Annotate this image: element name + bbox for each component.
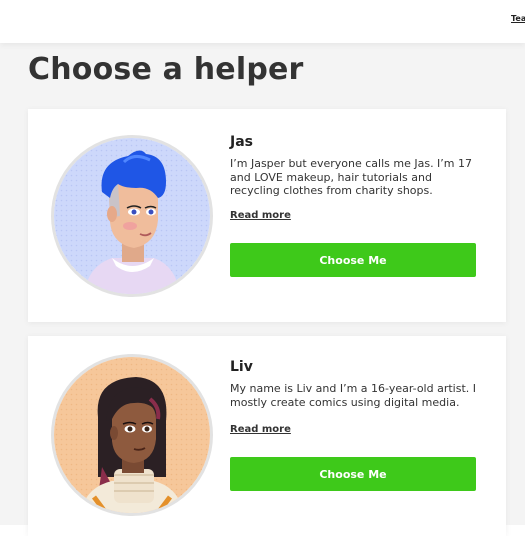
top-navigation-bar: Teachers [0,0,525,43]
helper-bio: My name is Liv and I’m a 16-year-old art… [230,382,477,409]
avatar [51,354,213,516]
choose-me-button[interactable]: Choose Me [230,457,476,491]
read-more-link[interactable]: Read more [230,210,291,221]
helper-name: Jas [230,134,253,150]
helper-bio: I’m Jasper but everyone calls me Jas. I’… [230,157,473,197]
read-more-link[interactable]: Read more [230,424,291,435]
choose-me-button[interactable]: Choose Me [230,243,476,277]
helper-avatar-liv-illustration [54,357,210,513]
helper-card-jas: Jas I’m Jasper but everyone calls me Jas… [28,109,506,322]
page-content: Choose a helper Jas I’m Jasper but every… [0,43,525,536]
nav-link-teachers[interactable]: Teachers [511,14,525,23]
helper-card-liv: Liv My name is Liv and I’m a 16-year-old… [28,336,506,536]
helper-avatar-jas-illustration [54,138,210,294]
page-title: Choose a helper [28,52,304,87]
avatar [51,135,213,297]
helper-name: Liv [230,359,253,375]
